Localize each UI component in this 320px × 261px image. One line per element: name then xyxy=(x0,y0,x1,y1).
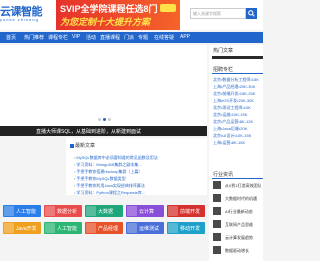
category-icon xyxy=(168,223,178,233)
job-link[interactable]: 北京•数据分析工程师•15K xyxy=(213,77,263,83)
category-icon xyxy=(86,206,96,216)
news-thumbnail[interactable] xyxy=(213,181,221,189)
industry-link[interactable]: AI行业最新动态 xyxy=(225,209,263,215)
category-tile[interactable]: 数据分析 xyxy=(44,205,82,217)
news-icon xyxy=(70,143,74,148)
category-icon xyxy=(127,223,137,233)
jobs-heading: 招聘专栏 xyxy=(213,67,234,73)
job-link[interactable]: 北京•运维•10K-15K xyxy=(213,112,263,118)
nav-item-events[interactable]: 活动 xyxy=(86,34,96,41)
news-item[interactable]: MySQL数据库中必须要知道的常见函数及用法 xyxy=(74,155,204,161)
banner-line1: SVIP全学院课程任选8门 xyxy=(60,4,158,14)
banner-line2: 为您定制十大提升方案 xyxy=(60,17,151,27)
category-icon xyxy=(86,223,96,233)
nav-item-live[interactable]: 直播课程 xyxy=(100,34,120,41)
search-input[interactable]: 输入关键字搜索 xyxy=(190,8,246,19)
nav-item-schools[interactable]: 门派 xyxy=(124,34,134,41)
jobs-divider xyxy=(212,73,263,74)
nav-item-home[interactable]: 首页 xyxy=(6,34,16,41)
category-tile[interactable]: 移动开发 xyxy=(167,222,205,234)
job-link[interactable]: 上海•Java后端•20K xyxy=(213,126,263,132)
sidebar-bar xyxy=(212,56,263,59)
slider-dot[interactable] xyxy=(108,118,111,121)
news-thumbnail[interactable] xyxy=(213,220,221,228)
main-nav: 首页 热门推荐 课程专栏 VIP 活动 直播课程 门派 专题 在线答疑 APP xyxy=(0,32,263,43)
industry-divider xyxy=(212,178,263,179)
job-link[interactable]: 上海•运营•8K-15K xyxy=(213,140,263,146)
news-thumbnail[interactable] xyxy=(213,194,221,202)
tile-label: 前端开发 xyxy=(180,209,201,215)
news-title-text: 最新文章 xyxy=(75,143,96,149)
header: 云课智能 yunke zhineng SVIP全学院课程任选8门 为您定制十大提… xyxy=(0,0,263,30)
tile-label: 运维测试 xyxy=(139,226,160,232)
category-tile[interactable]: 前端开发 xyxy=(167,205,205,217)
slider-dot[interactable] xyxy=(98,118,101,121)
nav-item-qa[interactable]: 在线答疑 xyxy=(154,34,174,41)
industry-link[interactable]: 大数据时代的机遇 xyxy=(225,196,263,202)
tile-label: 产品经理 xyxy=(98,226,119,232)
nav-item-vip[interactable]: VIP xyxy=(72,34,80,40)
category-tile[interactable]: 云计算 xyxy=(126,205,164,217)
category-icon xyxy=(45,223,55,233)
news-item[interactable]: 手把手教你搭建Hadoop集群（上篇） xyxy=(74,169,204,175)
slider-caption[interactable]: 直播大师课SQL，从基础到进阶，从新建到面试 xyxy=(0,126,207,136)
news-item[interactable]: 手把手教你利用Java实现经典排序算法 xyxy=(74,183,204,189)
job-link[interactable]: 上海•iOS开发•20K-30K xyxy=(213,98,263,104)
category-tile[interactable]: 人工智能 xyxy=(44,222,82,234)
news-item[interactable]: 学习资料：Python课程之Requests库... xyxy=(74,190,204,196)
nav-item-courses[interactable]: 课程专栏 xyxy=(48,34,68,41)
industry-link[interactable]: 数据驱动增长 xyxy=(225,248,263,254)
news-thumbnail[interactable] xyxy=(213,233,221,241)
job-link[interactable]: 北京•UI设计•10K-15K xyxy=(213,133,263,139)
tile-label: 人工智能 xyxy=(16,209,37,215)
category-icon xyxy=(4,223,14,233)
category-tile[interactable]: Java开发 xyxy=(3,222,41,234)
industry-link[interactable]: 云计算发展趋势 xyxy=(225,235,263,241)
category-tile[interactable]: 人工智能 xyxy=(3,205,41,217)
search-button[interactable] xyxy=(246,8,257,19)
tile-label: 移动开发 xyxy=(180,226,201,232)
job-link[interactable]: 北京•测试工程师•10K xyxy=(213,105,263,111)
news-title: 最新文章 xyxy=(70,142,95,149)
search-icon xyxy=(248,10,255,17)
hot-heading: 热门文章 xyxy=(213,48,234,54)
industry-link[interactable]: 互联网产品思维 xyxy=(225,222,263,228)
logo-subtext: yunke zhineng xyxy=(0,17,39,22)
job-link[interactable]: 北京•前端开发•15K-25K xyxy=(213,91,263,97)
news-thumbnail[interactable] xyxy=(213,246,221,254)
tile-label: 数据分析 xyxy=(57,209,78,215)
nav-item-topics[interactable]: 专题 xyxy=(138,34,148,41)
job-link[interactable]: 北京•产品运营•8K-12K xyxy=(213,119,263,125)
news-item[interactable]: 手把手教你MySQL数据类型 xyxy=(74,176,204,182)
site-logo[interactable]: 云课智能 yunke zhineng xyxy=(0,3,52,27)
tile-label: 大数据 xyxy=(98,209,114,215)
category-icon xyxy=(4,206,14,216)
promo-banner[interactable]: SVIP全学院课程任选8门 为您定制十大提升方案 xyxy=(56,0,180,30)
category-tile[interactable]: 运维测试 xyxy=(126,222,164,234)
page: 云课智能 yunke zhineng SVIP全学院课程任选8门 为您定制十大提… xyxy=(0,0,263,261)
tile-label: 云计算 xyxy=(139,209,155,215)
category-icon xyxy=(45,206,55,216)
nav-item-hot[interactable]: 热门推荐 xyxy=(24,34,44,41)
category-icon xyxy=(127,206,137,216)
news-item[interactable]: 学习资料：MongoDB集群之副本集... xyxy=(74,162,204,168)
slider-dot-active[interactable] xyxy=(103,118,106,121)
job-link[interactable]: 上海•产品经理•20K-30K xyxy=(213,84,263,90)
nav-item-app[interactable]: APP xyxy=(180,34,190,40)
news-thumbnail[interactable] xyxy=(213,207,221,215)
industry-link[interactable]: 从0到1打造高效团队 xyxy=(225,183,263,189)
category-icon xyxy=(168,206,178,216)
industry-heading: 行业资讯 xyxy=(213,172,234,178)
banner-badge xyxy=(160,4,176,12)
tile-label: Java开发 xyxy=(16,226,37,232)
category-tile[interactable]: 产品经理 xyxy=(85,222,123,234)
tile-label: 人工智能 xyxy=(57,226,78,232)
category-tile[interactable]: 大数据 xyxy=(85,205,123,217)
